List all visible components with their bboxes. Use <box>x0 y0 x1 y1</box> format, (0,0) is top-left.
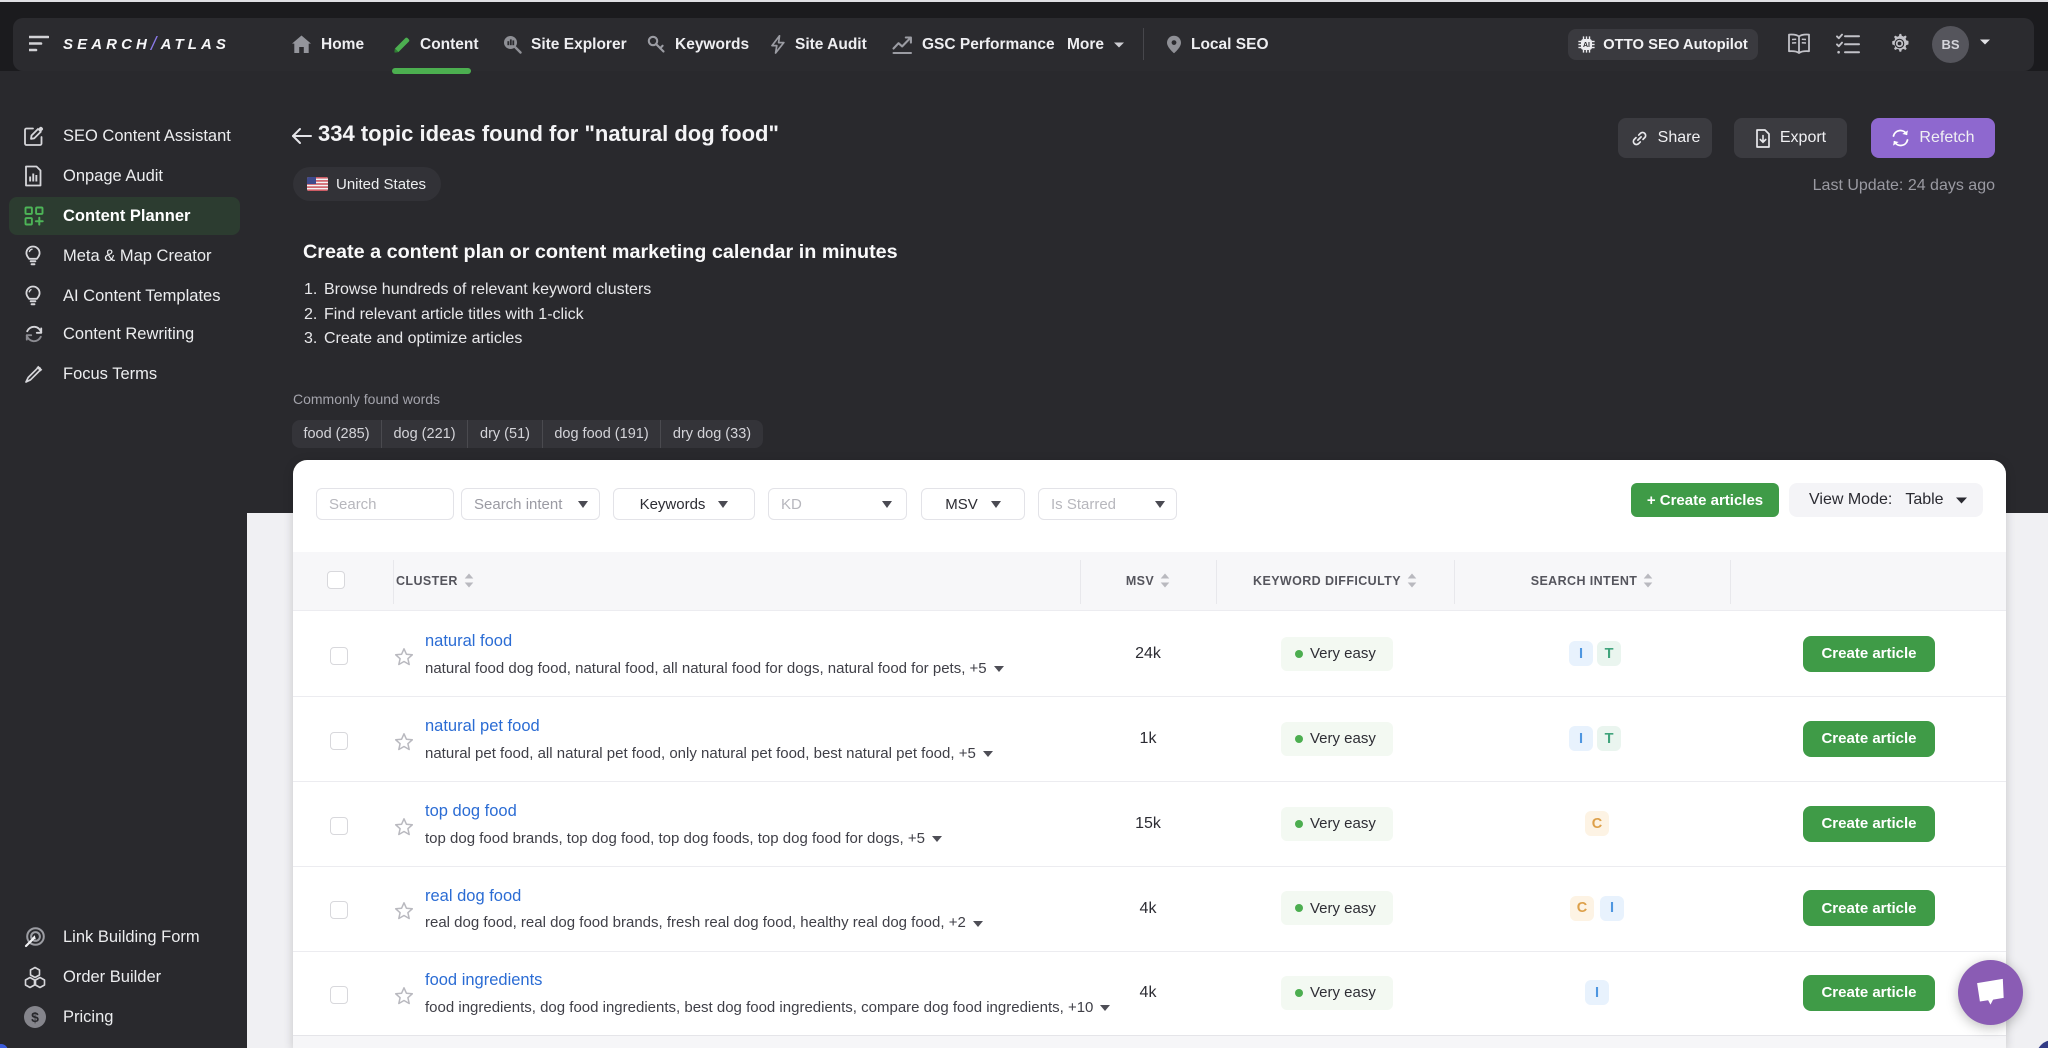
svg-text:$: $ <box>31 1009 39 1025</box>
svg-text:AI: AI <box>1583 42 1590 49</box>
